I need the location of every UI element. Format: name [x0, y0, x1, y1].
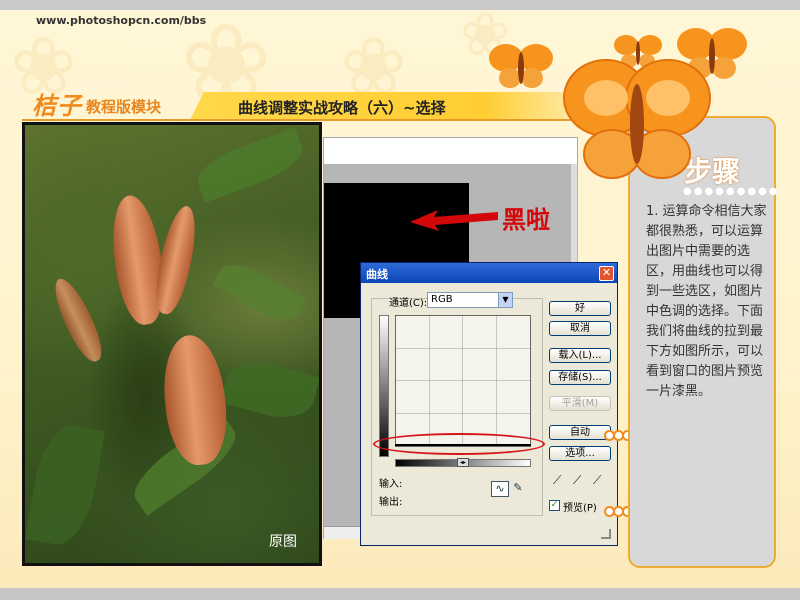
leaf [25, 420, 105, 550]
flower-bud [158, 332, 232, 468]
leaf [220, 354, 319, 426]
preview-label: 预览(P) [563, 503, 597, 514]
original-photo: 原图 [22, 122, 322, 566]
options-button[interactable]: 选项... [549, 446, 611, 461]
output-gradient-bar [379, 315, 389, 457]
output-label: 输出: [379, 497, 403, 508]
eyedropper-black-icon[interactable]: ⟋ [553, 473, 561, 488]
load-button[interactable]: 载入(L)... [549, 348, 611, 363]
channel-value: RGB [431, 294, 453, 305]
page-title: 曲线调整实战攻略（六）~选择 [238, 99, 446, 117]
input-label: 输入: [379, 479, 403, 490]
brand-logo: 桔子 [32, 92, 82, 120]
cancel-button[interactable]: 取消 [549, 321, 611, 336]
brand-subtitle: 教程版模块 [86, 98, 162, 116]
eyedropper-gray-icon[interactable]: ⟋ [573, 473, 581, 488]
leaf [191, 127, 309, 203]
gradient-toggle-icon[interactable]: ◂▸ [457, 458, 469, 467]
site-url[interactable]: www.photoshopcn.com/bbs [36, 14, 206, 27]
tutorial-page: ❀ ❀ ❀ ❀ www.photoshopcn.com/bbs 桔子 教程版模块… [0, 0, 800, 600]
butterfly-icon [489, 44, 553, 88]
top-bar [0, 0, 800, 10]
leaf [212, 254, 308, 330]
highlight-ellipse [373, 433, 545, 455]
chevron-down-icon[interactable]: ▼ [498, 293, 512, 307]
bottom-bar [0, 588, 800, 600]
dialog-titlebar[interactable]: 曲线 ✕ [361, 263, 617, 283]
preview-checkbox[interactable]: ✓ [549, 500, 560, 511]
curves-graph[interactable] [395, 315, 531, 447]
channel-label: 通道(C): [389, 298, 428, 309]
save-button[interactable]: 存储(S)... [549, 370, 611, 385]
header-divider [22, 119, 602, 121]
eyedropper-white-icon[interactable]: ⟋ [593, 473, 601, 488]
dialog-title: 曲线 [366, 268, 388, 281]
smooth-button[interactable]: 平滑(M) [549, 396, 611, 411]
large-butterfly-icon [563, 59, 711, 179]
step-description: 1. 运算命令相信大家都很熟悉，可以运算出图片中需要的选区，用曲线也可以得到一些… [646, 204, 767, 399]
resize-grip-icon[interactable] [601, 529, 611, 539]
curves-dialog[interactable]: 曲线 ✕ 通道(C): RGB ▼ ◂▸ 输入: 输出: ∿ ✎ 好 取消 载入… [360, 262, 618, 546]
curve-tool-icon[interactable]: ∿ [491, 481, 509, 497]
annotation-label: 黑啦 [502, 206, 550, 234]
photo-caption: 原图 [269, 534, 297, 550]
auto-button[interactable]: 自动 [549, 425, 611, 440]
pencil-icon[interactable]: ✎ [511, 481, 525, 497]
flower-bud [47, 273, 109, 367]
channel-select[interactable]: RGB ▼ [427, 292, 513, 308]
close-icon[interactable]: ✕ [599, 266, 614, 281]
red-arrow-icon [410, 210, 498, 231]
ok-button[interactable]: 好 [549, 301, 611, 316]
